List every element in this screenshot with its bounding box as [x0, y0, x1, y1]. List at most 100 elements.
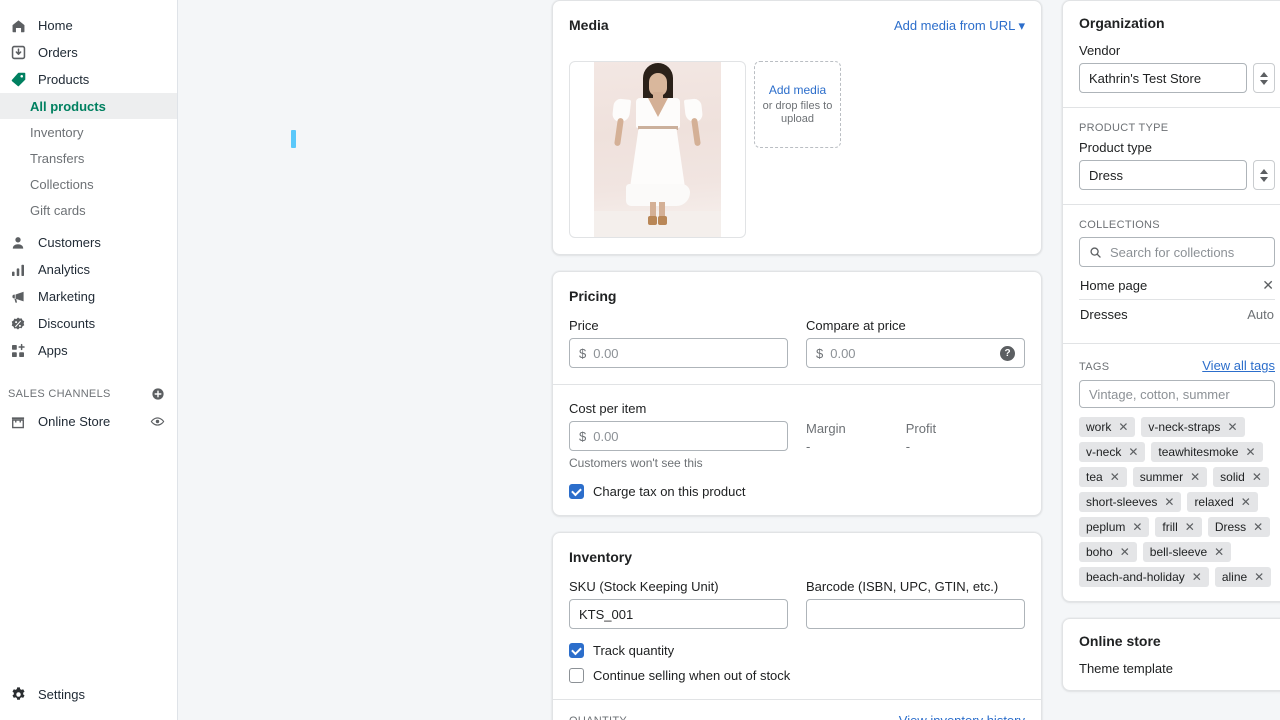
cost-per-item-input[interactable]: $ 0.00 — [569, 421, 788, 451]
sidebar-item-discounts[interactable]: Discounts — [0, 310, 177, 337]
media-title: Media — [569, 17, 609, 33]
sidebar-item-label: Products — [38, 72, 90, 87]
chevron-down-icon: ▾ — [1018, 18, 1025, 33]
product-primary-column: Media Add media from URL ▾ Add media or … — [552, 0, 1042, 720]
track-quantity-checkbox-row[interactable]: Track quantity — [569, 643, 1025, 658]
collections-search-placeholder: Search for collections — [1110, 244, 1235, 260]
sidebar-item-analytics[interactable]: Analytics — [0, 256, 177, 283]
charge-tax-checkbox[interactable] — [569, 484, 584, 499]
tag-label: Dress — [1214, 520, 1247, 534]
remove-tag-icon[interactable]: ✕ — [1253, 521, 1263, 533]
organization-title: Organization — [1079, 15, 1165, 31]
tag-chip: tea ✕ — [1079, 467, 1127, 487]
tag-label: v-neck-straps — [1148, 420, 1221, 434]
chevron-down-icon — [1260, 79, 1268, 85]
sidebar-item-customers[interactable]: Customers — [0, 229, 177, 256]
remove-tag-icon[interactable]: ✕ — [1190, 471, 1200, 483]
remove-tag-icon[interactable]: ✕ — [1128, 446, 1138, 458]
sku-input[interactable]: KTS_001 — [569, 599, 788, 629]
price-input[interactable]: $ 0.00 — [569, 338, 788, 368]
compare-at-price-label: Compare at price — [806, 318, 906, 333]
continue-selling-checkbox[interactable] — [569, 668, 584, 683]
remove-tag-icon[interactable]: ✕ — [1254, 571, 1264, 583]
sidebar-item-all-products[interactable]: All products — [0, 93, 177, 119]
track-quantity-checkbox[interactable] — [569, 643, 584, 658]
remove-tag-icon[interactable]: ✕ — [1118, 421, 1128, 433]
profit-label: Profit — [905, 421, 937, 436]
add-sales-channel-icon[interactable] — [151, 387, 165, 401]
product-type-value: Dress — [1089, 167, 1123, 183]
main-content-area: Media Add media from URL ▾ Add media or … — [178, 0, 1280, 720]
collections-search-input[interactable]: Search for collections — [1079, 237, 1275, 267]
sidebar-item-label: Marketing — [38, 289, 96, 304]
tag-chip: relaxed ✕ — [1187, 492, 1258, 512]
product-type-select[interactable]: Dress — [1079, 160, 1247, 190]
barcode-input[interactable] — [806, 599, 1025, 629]
sidebar-item-gift-cards[interactable]: Gift cards — [0, 197, 177, 223]
vendor-value: Kathrin's Test Store — [1089, 70, 1202, 86]
organization-card: Organization Vendor Kathrin's Test Store — [1062, 0, 1280, 602]
sidebar-item-label: Home — [38, 18, 73, 33]
remove-tag-icon[interactable]: ✕ — [1132, 521, 1142, 533]
sidebar-item-collections[interactable]: Collections — [0, 171, 177, 197]
remove-tag-icon[interactable]: ✕ — [1120, 546, 1130, 558]
currency-prefix: $ — [816, 345, 824, 361]
tags-input[interactable]: Vintage, cotton, summer — [1079, 380, 1275, 408]
remove-tag-icon[interactable]: ✕ — [1110, 471, 1120, 483]
tag-label: boho — [1086, 545, 1113, 559]
help-icon[interactable]: ? — [1000, 345, 1015, 361]
compare-at-price-value: 0.00 — [830, 345, 856, 361]
compare-at-price-input[interactable]: $ 0.00 ? — [806, 338, 1025, 368]
view-inventory-history-link[interactable]: View inventory history — [899, 713, 1025, 720]
remove-tag-icon[interactable]: ✕ — [1227, 421, 1237, 433]
remove-tag-icon[interactable]: ✕ — [1164, 496, 1174, 508]
remove-tag-icon[interactable]: ✕ — [1192, 571, 1202, 583]
sidebar-item-settings[interactable]: Settings — [0, 681, 177, 708]
remove-tag-icon[interactable]: ✕ — [1185, 521, 1195, 533]
tag-chip: aline ✕ — [1214, 567, 1272, 587]
product-type-label: Product type — [1079, 140, 1152, 155]
tag-chip: summer ✕ — [1132, 467, 1208, 487]
charge-tax-checkbox-row[interactable]: Charge tax on this product — [569, 484, 1025, 499]
sidebar-item-inventory[interactable]: Inventory — [0, 119, 177, 145]
vendor-select[interactable]: Kathrin's Test Store — [1079, 63, 1247, 93]
cost-hint: Customers won't see this — [569, 456, 703, 470]
remove-tag-icon[interactable]: ✕ — [1252, 471, 1262, 483]
close-icon[interactable]: ✕ — [1262, 278, 1274, 292]
vendor-stepper[interactable] — [1253, 63, 1275, 93]
sidebar-item-apps[interactable]: Apps — [0, 337, 177, 364]
sidebar-item-orders[interactable]: Orders — [0, 39, 177, 66]
product-type-stepper[interactable] — [1253, 160, 1275, 190]
sidebar-item-transfers[interactable]: Transfers — [0, 145, 177, 171]
sales-channels-heading: SALES CHANNELS — [8, 388, 111, 400]
tag-chip: bell-sleeve ✕ — [1142, 542, 1232, 562]
remove-tag-icon[interactable]: ✕ — [1241, 496, 1251, 508]
remove-tag-icon[interactable]: ✕ — [1214, 546, 1224, 558]
sidebar-subitem-label: Inventory — [30, 124, 84, 140]
sidebar-item-products[interactable]: Products — [0, 66, 177, 93]
product-image-thumbnail[interactable] — [569, 61, 746, 238]
tag-label: relaxed — [1194, 495, 1234, 509]
product-secondary-column: Organization Vendor Kathrin's Test Store — [1062, 0, 1280, 720]
quantity-header-row: QUANTITY View inventory history — [553, 700, 1041, 720]
sidebar-item-online-store[interactable]: Online Store — [0, 408, 177, 435]
theme-template-label: Theme template — [1079, 661, 1173, 676]
add-media-from-url-link[interactable]: Add media from URL ▾ — [894, 18, 1025, 34]
view-all-tags-link[interactable]: View all tags — [1202, 358, 1275, 373]
tag-label: short-sleeves — [1086, 495, 1158, 509]
continue-selling-checkbox-row[interactable]: Continue selling when out of stock — [569, 668, 1025, 683]
preview-eye-icon[interactable] — [150, 414, 165, 429]
profit-block: Profit - — [906, 421, 936, 470]
sidebar-item-label: Discounts — [38, 316, 96, 331]
chevron-down-icon — [1260, 176, 1268, 182]
discounts-percent-icon — [8, 314, 28, 334]
sidebar-subitem-label: Collections — [30, 176, 94, 192]
add-media-from-url-label: Add media from URL — [893, 18, 1015, 33]
remove-tag-icon[interactable]: ✕ — [1245, 446, 1255, 458]
tag-chip: Dress ✕ — [1207, 517, 1271, 537]
sidebar-item-marketing[interactable]: Marketing — [0, 283, 177, 310]
track-quantity-label: Track quantity — [593, 643, 675, 658]
add-media-dropzone[interactable]: Add media or drop files to upload — [754, 61, 841, 148]
margin-label: Margin — [806, 421, 846, 436]
sidebar-item-home[interactable]: Home — [0, 12, 177, 39]
